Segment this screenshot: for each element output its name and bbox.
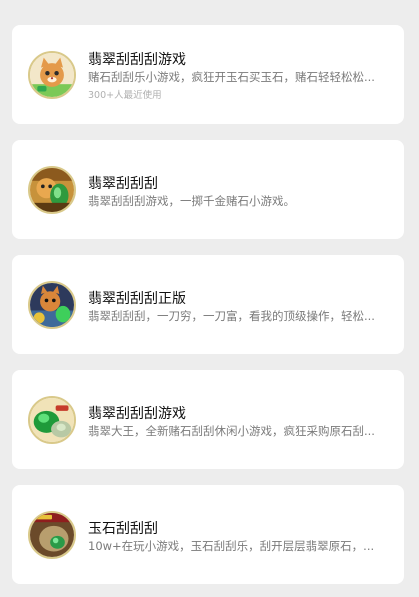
game-card-4[interactable]: 翡翠刮刮刮游戏 翡翠大王，全新赌石刮刮休闲小游戏，疯狂采购原石刮... <box>12 370 404 469</box>
cat-mascot-icon <box>28 51 76 99</box>
cat-warrior-icon <box>28 281 76 329</box>
jade-rock-icon <box>28 511 76 559</box>
game-card-3[interactable]: 翡翠刮刮刮正版 翡翠刮刮刮，一刀穷，一刀富，看我的顶级操作，轻松... <box>12 255 404 354</box>
game-info: 翡翠刮刮刮游戏 赌石刮刮乐小游戏，疯狂开玉石买玉石，赌石轻轻松松... 300+… <box>88 25 388 124</box>
game-title: 翡翠刮刮刮 <box>88 176 158 192</box>
game-card-5[interactable]: 玉石刮刮刮 10w+在玩小游戏，玉石刮刮乐，刮开层层翡翠原石，... <box>12 485 404 584</box>
game-description: 10w+在玩小游戏，玉石刮刮乐，刮开层层翡翠原石，... <box>88 539 375 553</box>
game-info: 翡翠刮刮刮正版 翡翠刮刮刮，一刀穷，一刀富，看我的顶级操作，轻松... <box>88 255 388 354</box>
game-card-1[interactable]: 翡翠刮刮刮游戏 赌石刮刮乐小游戏，疯狂开玉石买玉石，赌石轻轻松松... 300+… <box>12 25 404 124</box>
game-info: 翡翠刮刮刮游戏 翡翠大王，全新赌石刮刮休闲小游戏，疯狂采购原石刮... <box>88 370 388 469</box>
game-title: 翡翠刮刮刮正版 <box>88 291 186 307</box>
game-description: 翡翠大王，全新赌石刮刮休闲小游戏，疯狂采购原石刮... <box>88 424 375 438</box>
cat-jade-icon <box>28 166 76 214</box>
game-description: 赌石刮刮乐小游戏，疯狂开玉石买玉石，赌石轻轻松松... <box>88 70 375 84</box>
game-description: 翡翠刮刮刮游戏，一掷千金赌石小游戏。 <box>88 194 295 208</box>
game-title: 玉石刮刮刮 <box>88 521 158 537</box>
usage-count: 300+人最近使用 <box>88 90 162 101</box>
game-info: 玉石刮刮刮 10w+在玩小游戏，玉石刮刮乐，刮开层层翡翠原石，... <box>88 485 388 584</box>
game-card-2[interactable]: 翡翠刮刮刮 翡翠刮刮刮游戏，一掷千金赌石小游戏。 <box>12 140 404 239</box>
game-title: 翡翠刮刮刮游戏 <box>88 406 186 422</box>
jade-stone-icon <box>28 396 76 444</box>
game-description: 翡翠刮刮刮，一刀穷，一刀富，看我的顶级操作，轻松... <box>88 309 375 323</box>
game-title: 翡翠刮刮刮游戏 <box>88 52 186 68</box>
game-info: 翡翠刮刮刮 翡翠刮刮刮游戏，一掷千金赌石小游戏。 <box>88 140 388 239</box>
mini-game-list: 翡翠刮刮刮游戏 赌石刮刮乐小游戏，疯狂开玉石买玉石，赌石轻轻松松... 300+… <box>0 0 419 597</box>
